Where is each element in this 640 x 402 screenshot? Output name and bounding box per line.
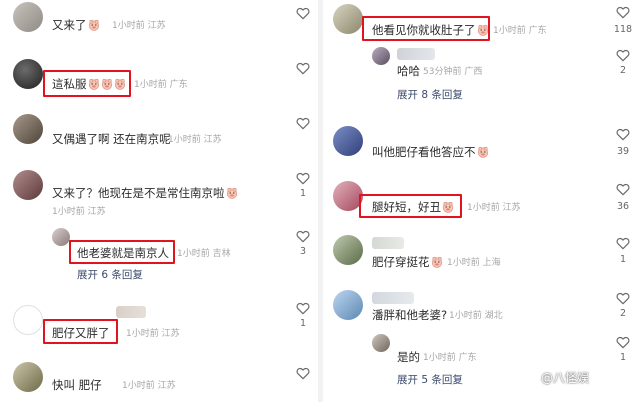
comment-meta: 1小时前 江苏 [126, 329, 180, 339]
like-count: 36 [616, 201, 630, 212]
comment-text: 快叫 肥仔 [52, 378, 102, 392]
like-count: 118 [613, 24, 633, 35]
highlight-box [43, 319, 118, 344]
avatar[interactable] [13, 362, 43, 392]
comment-text: 肥仔穿挺花 [372, 255, 443, 270]
expand-replies-link[interactable]: 展开 5 条回复 [397, 373, 463, 387]
reply-text: 哈哈 [397, 64, 420, 78]
expand-replies-link[interactable]: 展开 8 条回复 [397, 88, 463, 102]
emoji-icon [226, 187, 238, 199]
like-heart-icon[interactable] [295, 115, 311, 131]
like-heart-icon[interactable] [295, 365, 311, 381]
like-count: 2 [619, 65, 627, 76]
like-heart-icon[interactable] [295, 170, 311, 186]
like-heart-icon[interactable] [615, 334, 631, 350]
comment-meta: 1小时前 江苏 [122, 381, 176, 391]
like-count: 2 [619, 308, 627, 319]
blurred-username [397, 48, 435, 60]
like-heart-icon[interactable] [615, 235, 631, 251]
avatar[interactable] [13, 59, 43, 89]
like-heart-icon[interactable] [615, 290, 631, 306]
like-count: 1 [299, 188, 307, 199]
avatar[interactable] [13, 170, 43, 200]
left-comment-panel: 又来了 1小时前 江苏 這私服 1小时前 广东 又偶遇了啊 还在南京呢 1小时前… [0, 0, 318, 402]
comment-meta: 1小时前 江苏 [168, 135, 222, 145]
emoji-icon [431, 256, 443, 268]
avatar[interactable] [333, 290, 363, 320]
avatar[interactable] [372, 47, 390, 65]
right-comment-panel: 他看见你就收肚子了 1小时前 广东 118 哈哈 53分钟前 广西 2 展开 8… [323, 0, 640, 402]
like-count: 1 [299, 318, 307, 329]
comment-meta: 53分钟前 广西 [423, 67, 483, 77]
like-count: 3 [299, 246, 307, 257]
like-heart-icon[interactable] [295, 5, 311, 21]
highlight-box [362, 16, 490, 41]
expand-replies-link[interactable]: 展开 6 条回复 [77, 268, 143, 282]
highlight-box [359, 194, 462, 218]
blurred-username [372, 292, 414, 304]
comment-text: 叫他肥仔看他答应不 [372, 145, 489, 160]
like-count: 1 [619, 254, 627, 265]
like-heart-icon[interactable] [295, 300, 311, 316]
avatar[interactable] [13, 114, 43, 144]
avatar[interactable] [333, 235, 363, 265]
comment-meta: 1小时前 上海 [447, 258, 501, 268]
avatar[interactable] [333, 4, 363, 34]
like-heart-icon[interactable] [615, 126, 631, 142]
blurred-username [372, 237, 404, 249]
comment-meta: 1小时前 江苏 [52, 207, 106, 217]
comment-text: 潘胖和他老婆? [372, 308, 448, 322]
comment-meta: 1小时前 广东 [134, 80, 188, 90]
watermark: @八怪娱 [541, 371, 590, 385]
blurred-username [116, 306, 146, 318]
emoji-icon [88, 19, 100, 31]
avatar[interactable] [372, 334, 390, 352]
reply-text: 是的 [397, 350, 420, 364]
emoji-icon [477, 146, 489, 158]
like-heart-icon[interactable] [615, 47, 631, 63]
comment-meta: 1小时前 江苏 [112, 21, 166, 31]
like-count: 1 [619, 352, 627, 363]
comment-meta: 1小时前 吉林 [177, 249, 231, 259]
comment-text: 又偶遇了啊 还在南京呢 [52, 132, 171, 146]
comment-text: 又来了？他现在是不是常住南京啦 [52, 186, 238, 201]
comment-meta: 1小时前 江苏 [467, 203, 521, 213]
comment-meta: 1小时前 广东 [423, 353, 477, 363]
avatar[interactable] [13, 2, 43, 32]
highlight-box [43, 70, 131, 97]
like-heart-icon[interactable] [295, 60, 311, 76]
like-heart-icon[interactable] [615, 4, 631, 20]
highlight-box [69, 240, 175, 264]
comment-text: 又来了 [52, 18, 100, 33]
like-count: 39 [616, 146, 630, 157]
like-heart-icon[interactable] [295, 228, 311, 244]
avatar[interactable] [333, 126, 363, 156]
comment-meta: 1小时前 广东 [493, 26, 547, 36]
comment-meta: 1小时前 湖北 [449, 311, 503, 321]
like-heart-icon[interactable] [615, 181, 631, 197]
avatar[interactable] [52, 228, 70, 246]
avatar[interactable] [13, 305, 43, 335]
